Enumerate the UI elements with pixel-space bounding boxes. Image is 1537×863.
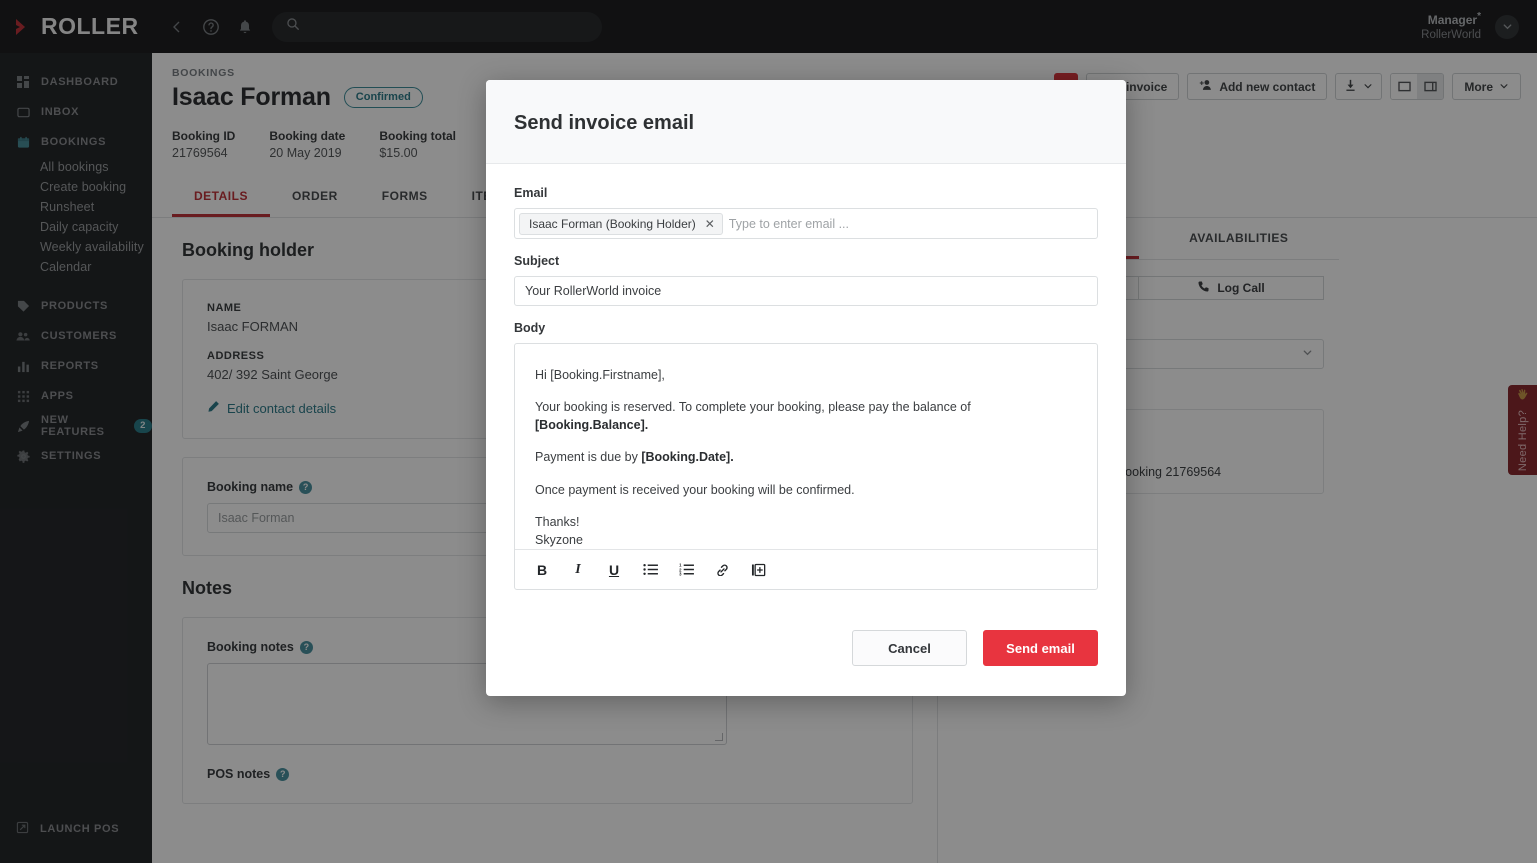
- body-line-text: Hi [Booking.Firstname],: [535, 368, 665, 382]
- svg-text:3: 3: [679, 572, 682, 576]
- app-root: ROLLER DASHBOARD INBOX BOOKINGS All book…: [0, 0, 1537, 863]
- body-line-bold: [Booking.Date].: [641, 450, 734, 465]
- modal-actions: Cancel Send email: [486, 608, 1126, 696]
- send-invoice-email-modal: Send invoice email Email Isaac Forman (B…: [486, 80, 1126, 696]
- email-input[interactable]: [728, 216, 1093, 231]
- bullet-list-icon[interactable]: [637, 557, 663, 583]
- recipient-chip-label: Isaac Forman (Booking Holder): [529, 216, 696, 231]
- body-label: Body: [514, 321, 546, 335]
- italic-icon[interactable]: I: [565, 557, 591, 583]
- insert-merge-field-icon[interactable]: [745, 557, 771, 583]
- body-line: Your booking is reserved. To complete yo…: [535, 398, 1077, 434]
- subject-input[interactable]: [514, 276, 1098, 306]
- body-line: Payment is due by [Booking.Date].: [535, 448, 1077, 466]
- body-line: Once payment is received your booking wi…: [535, 481, 1077, 499]
- email-label: Email: [514, 186, 548, 200]
- modal-header: Send invoice email: [486, 80, 1126, 164]
- modal-body: Email Isaac Forman (Booking Holder) ✕ Su…: [486, 164, 1126, 608]
- close-icon[interactable]: ✕: [705, 218, 715, 230]
- body-line-text: Once payment is received your booking wi…: [535, 482, 855, 497]
- numbered-list-icon[interactable]: 1 2 3: [673, 557, 699, 583]
- cancel-button[interactable]: Cancel: [852, 630, 967, 666]
- subject-label: Subject: [514, 254, 560, 268]
- recipient-chip[interactable]: Isaac Forman (Booking Holder) ✕: [519, 212, 723, 235]
- modal-title: Send invoice email: [514, 112, 695, 134]
- underline-icon[interactable]: U: [601, 557, 627, 583]
- body-line-bold: [Booking.Balance].: [535, 418, 649, 433]
- body-line-text: Your booking is reserved. To complete yo…: [535, 400, 971, 415]
- bold-icon[interactable]: B: [529, 557, 555, 583]
- link-icon[interactable]: [709, 557, 735, 583]
- body-line-text: Thanks!: [535, 514, 580, 529]
- body-editor-area[interactable]: Hi [Booking.Firstname], Your booking is …: [515, 344, 1097, 549]
- body-line-text: Skyzone: [535, 532, 583, 547]
- body-editor: Hi [Booking.Firstname], Your booking is …: [514, 343, 1098, 590]
- body-line-text: Payment is due by: [535, 450, 642, 465]
- send-email-button[interactable]: Send email: [983, 630, 1098, 666]
- body-signature: Thanks! Skyzone: [535, 513, 1077, 549]
- body-line: Hi [Booking.Firstname],: [535, 366, 1077, 384]
- email-recipients-field[interactable]: Isaac Forman (Booking Holder) ✕: [514, 208, 1098, 239]
- editor-toolbar: B I U 1 2 3: [515, 549, 1097, 589]
